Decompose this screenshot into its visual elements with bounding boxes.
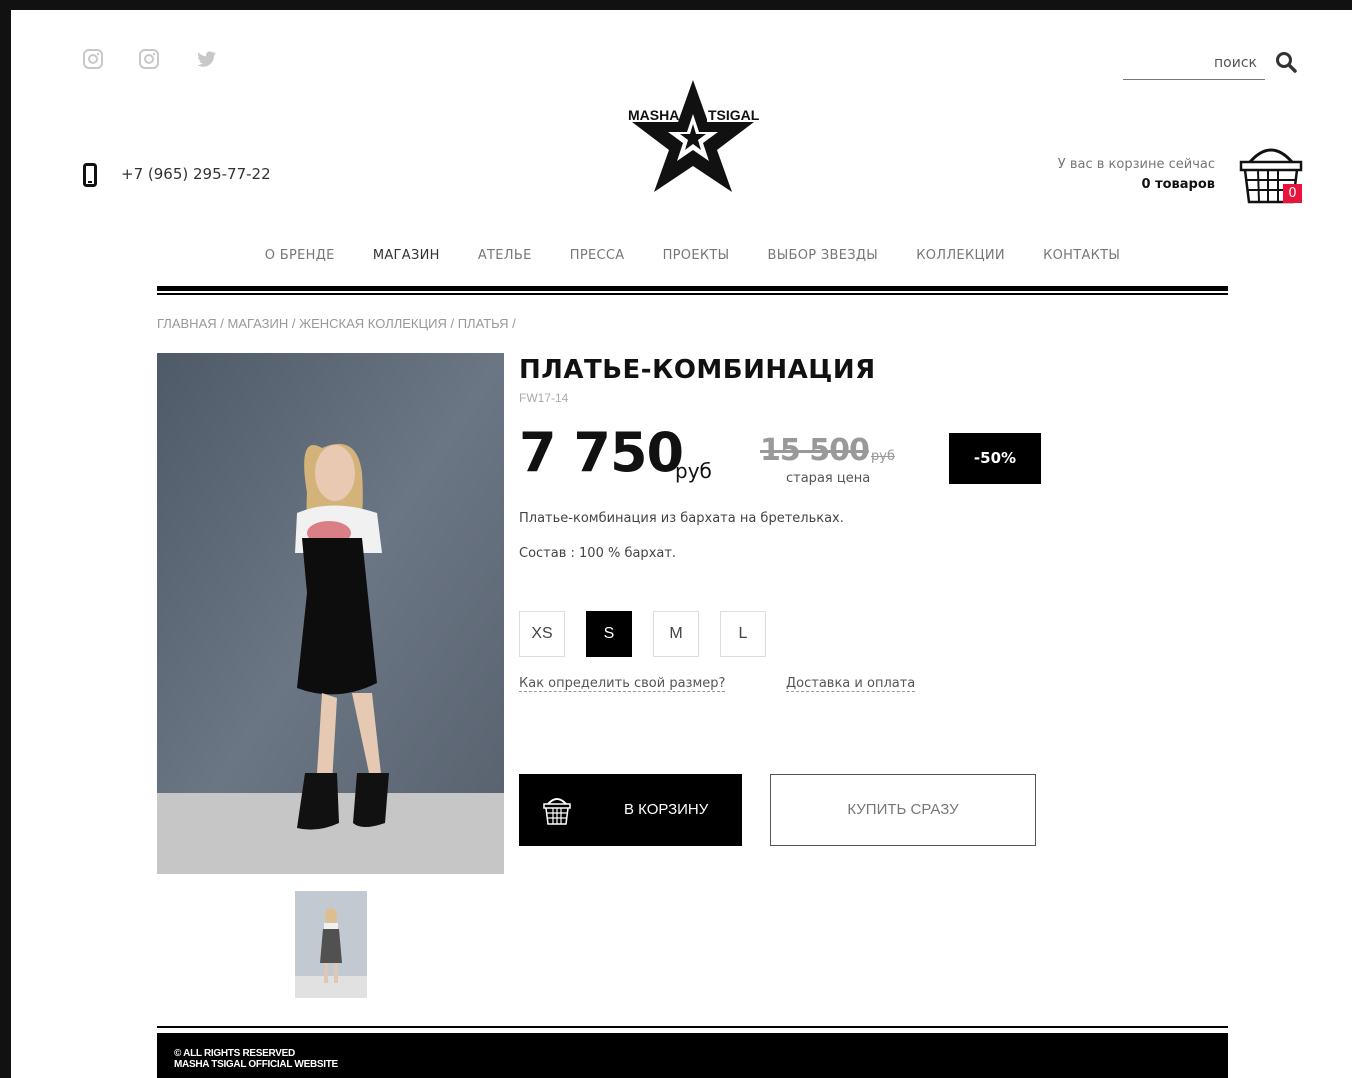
logo-text-right: TSIGAL bbox=[708, 107, 760, 123]
footer-divider bbox=[157, 1026, 1228, 1028]
twitter-icon[interactable] bbox=[195, 48, 217, 70]
search-field[interactable] bbox=[1123, 50, 1265, 80]
nav-item-star-choice[interactable]: ВЫБОР ЗВЕЗДЫ bbox=[768, 248, 879, 263]
add-to-cart-button[interactable]: В КОРЗИНУ bbox=[519, 774, 742, 846]
size-option-xs[interactable]: XS bbox=[519, 611, 565, 657]
nav-item-press[interactable]: ПРЕССА bbox=[570, 248, 625, 263]
footer-site-name: MASHA TSIGAL OFFICIAL WEBSITE bbox=[174, 1059, 338, 1070]
instagram-icon[interactable] bbox=[138, 48, 160, 70]
instagram-icon[interactable] bbox=[82, 48, 104, 70]
nav-item-contacts[interactable]: КОНТАКТЫ bbox=[1043, 248, 1120, 263]
old-price: 15 500 bbox=[760, 433, 870, 468]
phone-icon bbox=[83, 163, 97, 187]
product-title: ПЛАТЬЕ-КОМБИНАЦИЯ bbox=[519, 355, 876, 385]
cart-summary[interactable]: У вас в корзине сейчас 0 товаров bbox=[1058, 155, 1215, 195]
product-description: Платье-комбинация из бархата на бретельк… bbox=[519, 511, 844, 526]
cart-status-label: У вас в корзине сейчас bbox=[1057, 157, 1215, 172]
basket-icon bbox=[541, 794, 573, 826]
price-currency: руб bbox=[675, 459, 712, 483]
cart-items-label: 0 товаров bbox=[1141, 177, 1216, 192]
breadcrumb-item[interactable]: ГЛАВНАЯ bbox=[157, 316, 217, 331]
add-to-cart-label: В КОРЗИНУ bbox=[624, 801, 709, 818]
old-price-currency: руб bbox=[871, 449, 895, 464]
buy-now-button[interactable]: КУПИТЬ СРАЗУ bbox=[770, 774, 1036, 846]
nav-item-atelier[interactable]: АТЕЛЬЕ bbox=[478, 248, 532, 263]
nav-item-brand[interactable]: О БРЕНДЕ bbox=[265, 248, 335, 263]
logo-text-left: MASHA bbox=[628, 107, 679, 123]
breadcrumb-separator: / bbox=[288, 316, 300, 331]
breadcrumb: ГЛАВНАЯ / МАГАЗИН / ЖЕНСКАЯ КОЛЛЕКЦИЯ / … bbox=[157, 316, 516, 331]
nav-item-projects[interactable]: ПРОЕКТЫ bbox=[663, 248, 730, 263]
phone-number[interactable]: +7 (965) 295-77-22 bbox=[121, 165, 271, 183]
search-input[interactable] bbox=[1123, 50, 1257, 76]
nav-item-collections[interactable]: КОЛЛЕКЦИИ bbox=[916, 248, 1005, 263]
size-option-m[interactable]: M bbox=[653, 611, 699, 657]
main-nav: О БРЕНДЕ МАГАЗИН АТЕЛЬЕ ПРЕССА ПРОЕКТЫ В… bbox=[157, 248, 1228, 268]
nav-divider-thin bbox=[157, 293, 1228, 295]
breadcrumb-item[interactable]: МАГАЗИН bbox=[227, 316, 288, 331]
breadcrumb-separator: / bbox=[446, 316, 458, 331]
logo[interactable]: MASHA TSIGAL bbox=[626, 78, 760, 196]
product-composition: Состав : 100 % бархат. bbox=[519, 546, 677, 561]
discount-badge: -50% bbox=[949, 433, 1041, 484]
footer: © ALL RIGHTS RESERVED MASHA TSIGAL OFFIC… bbox=[157, 1033, 1228, 1078]
breadcrumb-separator: / bbox=[508, 316, 516, 331]
nav-divider bbox=[157, 286, 1228, 291]
size-guide-link[interactable]: Как определить свой размер? bbox=[519, 676, 726, 692]
product-price: 7 750 bbox=[519, 421, 684, 484]
delivery-link[interactable]: Доставка и оплата bbox=[786, 676, 916, 692]
size-option-s[interactable]: S bbox=[586, 611, 632, 657]
breadcrumb-item[interactable]: ЖЕНСКАЯ КОЛЛЕКЦИЯ bbox=[299, 316, 447, 331]
search-icon[interactable] bbox=[1275, 51, 1297, 73]
size-option-l[interactable]: L bbox=[720, 611, 766, 657]
breadcrumb-separator: / bbox=[216, 316, 228, 331]
product-main-image[interactable] bbox=[157, 353, 504, 874]
breadcrumb-item[interactable]: ПЛАТЬЯ bbox=[458, 316, 509, 331]
footer-copyright: © ALL RIGHTS RESERVED bbox=[174, 1048, 295, 1059]
product-sku: FW17-14 bbox=[519, 391, 569, 405]
old-price-label: старая цена bbox=[786, 471, 871, 486]
product-thumbnail[interactable] bbox=[295, 891, 367, 998]
cart-count-badge: 0 bbox=[1283, 184, 1302, 203]
nav-item-shop[interactable]: МАГАЗИН bbox=[373, 248, 440, 263]
